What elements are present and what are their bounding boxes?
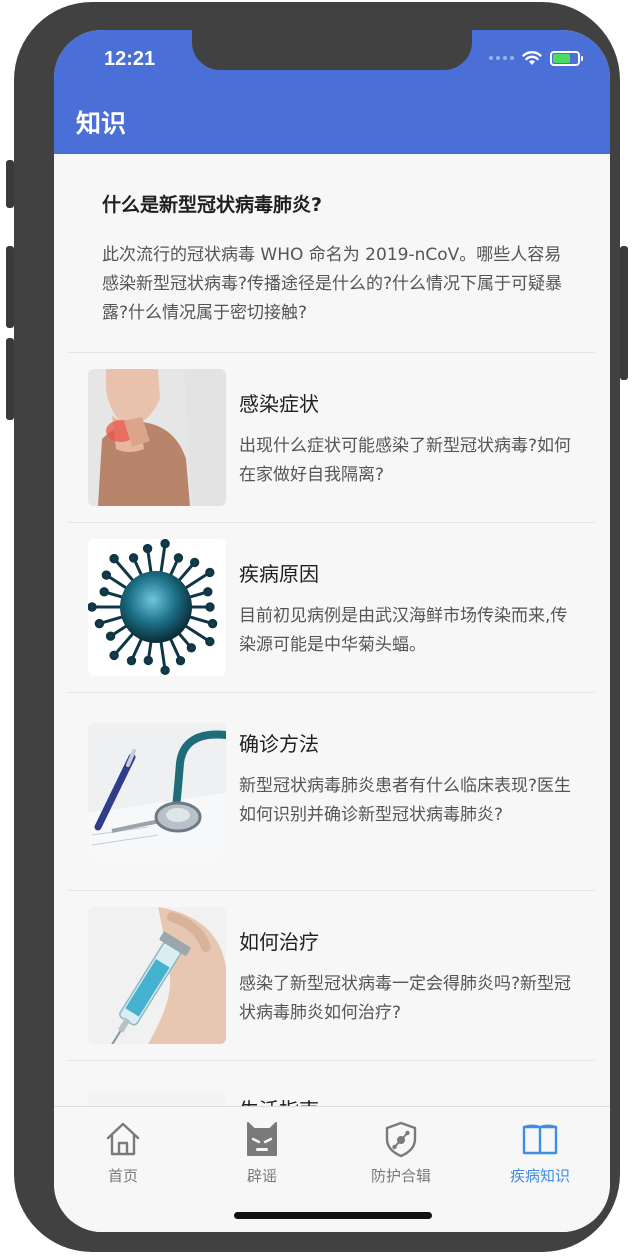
page-title: 知识 — [76, 109, 127, 138]
list-item-diagnosis[interactable]: 确诊方法 新型冠状病毒肺炎患者有什么临床表现?医生如何识别并确诊新型冠状病毒肺炎… — [54, 692, 610, 890]
notch — [192, 30, 472, 70]
intro-title: 什么是新型冠状病毒肺炎? — [102, 194, 323, 216]
list-item-symptoms[interactable]: 感染症状 出现什么症状可能感染了新型冠状病毒?如何在家做好自我隔离? — [54, 352, 610, 522]
sore-throat-woman-image — [88, 369, 226, 506]
item-description: 新型冠状病毒肺炎患者有什么临床表现?医生如何识别并确诊新型冠状病毒肺炎? — [239, 776, 572, 825]
item-title: 感染症状 — [239, 392, 319, 416]
screen: 12:21 知识 什么是新型冠状病毒肺炎? 此次流行的冠状病毒 WHO 命名为 … — [54, 30, 610, 1232]
item-title: 确诊方法 — [239, 732, 319, 756]
phone-frame: 12:21 知识 什么是新型冠状病毒肺炎? 此次流行的冠状病毒 WHO 命名为 … — [6, 2, 628, 1252]
tab-label: 辟谣 — [246, 1167, 277, 1185]
home-icon — [106, 1122, 140, 1156]
intro-description: 此次流行的冠状病毒 WHO 命名为 2019-nCoV。哪些人容易感染新型冠状病… — [102, 245, 563, 323]
status-indicators — [489, 50, 583, 66]
tab-home[interactable]: 首页 — [73, 1119, 173, 1189]
tab-rumors[interactable]: 辟谣 — [212, 1119, 312, 1189]
battery-icon — [550, 50, 583, 66]
book-icon — [522, 1124, 558, 1155]
wifi-icon — [522, 51, 542, 65]
status-time: 12:21 — [104, 48, 156, 70]
virus-image — [88, 539, 226, 676]
knowledge-list[interactable]: 什么是新型冠状病毒肺炎? 此次流行的冠状病毒 WHO 命名为 2019-nCoV… — [54, 154, 610, 1106]
tab-label: 防护合辑 — [370, 1167, 431, 1185]
ghost-icon — [247, 1122, 277, 1156]
syringe-image — [88, 907, 226, 1044]
item-title: 生活指南 — [239, 1094, 319, 1106]
tab-disease-knowledge[interactable]: 疾病知识 — [490, 1119, 590, 1189]
item-description: 目前初见病例是由武汉海鲜市场传染而来,传染源可能是中华菊头蝠。 — [239, 606, 568, 655]
item-title: 如何治疗 — [239, 930, 319, 954]
item-title: 疾病原因 — [239, 562, 319, 586]
home-indicator[interactable] — [234, 1212, 432, 1219]
stethoscope-image — [88, 723, 226, 860]
tab-label: 首页 — [107, 1167, 138, 1185]
volume-down-button — [6, 338, 14, 420]
list-item-life-guide[interactable]: 生活指南 — [54, 1060, 610, 1106]
list-item-causes[interactable]: 疾病原因 目前初见病例是由武汉海鲜市场传染而来,传染源可能是中华菊头蝠。 — [54, 522, 610, 692]
item-description: 出现什么症状可能感染了新型冠状病毒?如何在家做好自我隔离? — [239, 436, 572, 485]
intro-card[interactable]: 什么是新型冠状病毒肺炎? 此次流行的冠状病毒 WHO 命名为 2019-nCoV… — [102, 190, 572, 328]
tab-label: 疾病知识 — [509, 1167, 570, 1185]
tab-protection[interactable]: 防护合辑 — [351, 1119, 451, 1189]
item-description: 感染了新型冠状病毒一定会得肺炎吗?新型冠状病毒肺炎如何治疗? — [239, 974, 572, 1023]
volume-up-button — [6, 246, 14, 328]
partial-image — [88, 1090, 226, 1106]
mute-switch — [6, 160, 14, 208]
list-item-treatment[interactable]: 如何治疗 感染了新型冠状病毒一定会得肺炎吗?新型冠状病毒肺炎如何治疗? — [54, 890, 610, 1060]
signal-icon — [489, 56, 514, 60]
power-button — [620, 246, 628, 380]
shield-icon — [385, 1121, 417, 1158]
